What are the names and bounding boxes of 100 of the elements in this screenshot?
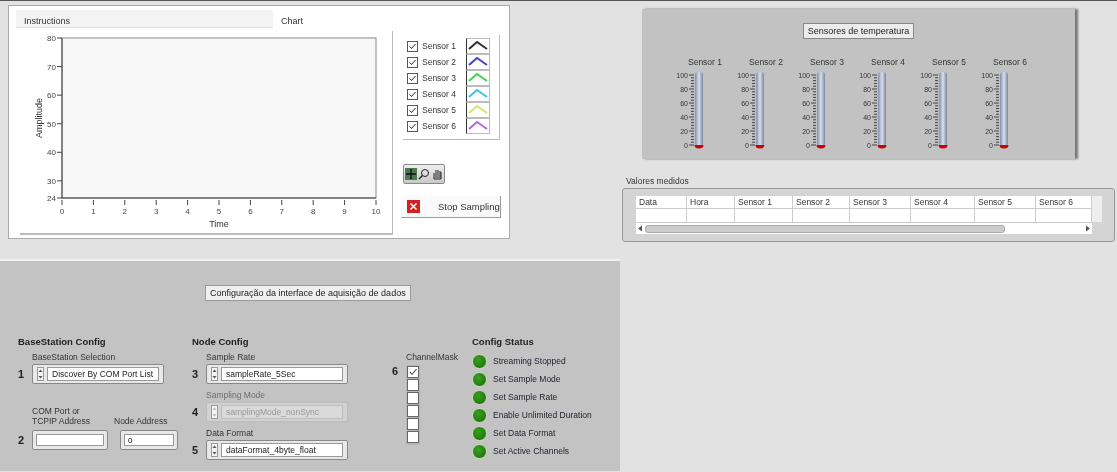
checkbox[interactable] xyxy=(407,431,419,443)
tick-label: 0 xyxy=(59,207,65,216)
tick-label: 3 xyxy=(153,207,159,216)
tick-label: 30 xyxy=(47,176,56,186)
line-swatch[interactable] xyxy=(466,118,490,134)
address-field[interactable] xyxy=(32,430,108,450)
zoom-icon[interactable] xyxy=(418,168,430,180)
thermometer-label: Sensor 2 xyxy=(749,57,783,67)
tick-label: 9 xyxy=(342,207,347,216)
status-label: Set Active Channels xyxy=(493,446,570,456)
step-number: 6 xyxy=(392,365,400,379)
tick-label: 24 xyxy=(47,194,56,203)
section-title-button[interactable]: Configuração da interface de aquisição de dados xyxy=(205,285,411,301)
section-heading: Node Config xyxy=(192,336,250,347)
checkbox[interactable] xyxy=(407,104,418,116)
legend-label: Sensor 1 xyxy=(422,41,458,51)
thermometer-scale xyxy=(810,74,817,146)
checkbox[interactable] xyxy=(407,56,418,68)
thermometer-scale xyxy=(932,74,939,146)
checkbox[interactable] xyxy=(407,392,419,404)
line-swatch[interactable] xyxy=(466,70,490,86)
control-label: ChannelMask xyxy=(406,352,459,362)
step-number: 2 xyxy=(18,434,26,446)
thermometer-scale xyxy=(749,74,756,146)
ring-control[interactable]: dataFormat_4byte_float xyxy=(206,440,348,460)
status-label: Set Data Format xyxy=(493,428,556,438)
checkbox[interactable] xyxy=(407,40,418,52)
control-label: COM Port or TCPIP Address xyxy=(32,406,91,426)
tick-label: 5 xyxy=(216,207,222,216)
thermometer-label: Sensor 1 xyxy=(688,57,722,67)
tab[interactable]: Instructions xyxy=(16,10,273,28)
graph-tools-palette[interactable] xyxy=(403,164,445,184)
line-swatch[interactable] xyxy=(466,38,490,54)
legend-label: Sensor 3 xyxy=(422,73,458,83)
tick-label: 8 xyxy=(310,207,316,216)
line-swatch[interactable] xyxy=(466,102,490,118)
checkbox[interactable] xyxy=(407,405,419,417)
hand-icon[interactable] xyxy=(431,168,443,180)
scroll-left-icon[interactable] xyxy=(636,224,645,233)
section-title-button[interactable]: Sensores de temperatura xyxy=(802,23,915,39)
ring-value: dataFormat_4byte_float xyxy=(221,443,343,457)
stop-sampling-button[interactable]: Stop Sampling xyxy=(401,196,501,218)
section-heading: Config Status xyxy=(472,336,535,347)
thermometer-label: Sensor 6 xyxy=(993,57,1027,67)
spinner-icon[interactable] xyxy=(211,367,218,381)
checkbox[interactable] xyxy=(407,418,419,430)
thermometer-scale xyxy=(993,74,1000,146)
table-label: Valores medidos xyxy=(626,176,689,186)
tick-label: 40 xyxy=(47,148,56,158)
crosshair-icon[interactable] xyxy=(405,168,417,180)
legend-label: Sensor 6 xyxy=(422,121,458,131)
checkbox[interactable] xyxy=(407,379,419,391)
status-label: Set Sample Rate xyxy=(493,392,558,402)
ring-value: Discover By COM Port List xyxy=(47,367,159,381)
scroll-right-icon[interactable] xyxy=(1083,224,1092,233)
status-label: Enable Unlimited Duration xyxy=(493,410,592,420)
thermometer-scale xyxy=(871,74,878,146)
tick-label: 1 xyxy=(91,207,96,216)
legend-label: Sensor 5 xyxy=(422,105,458,115)
axis-title: Time xyxy=(209,219,229,229)
tick-label: 50 xyxy=(47,119,56,129)
tick-label: 70 xyxy=(47,62,56,72)
ring-control[interactable]: Discover By COM Port List xyxy=(32,364,164,384)
step-number: 4 xyxy=(192,406,200,418)
ring-value: sampleRate_5Sec xyxy=(221,367,343,381)
thermometer-label: Sensor 4 xyxy=(871,57,905,67)
axis-title: Amplitude xyxy=(34,98,44,138)
line-swatch[interactable] xyxy=(466,54,490,70)
vertical-scrollbar[interactable] xyxy=(1092,196,1102,222)
line-swatch[interactable] xyxy=(466,86,490,102)
tick-label: 80 xyxy=(47,34,56,43)
thermometer-scale xyxy=(688,74,695,146)
control-label: BaseStation Selection xyxy=(32,352,117,362)
checkbox[interactable] xyxy=(407,72,418,84)
node-address-field[interactable]: 0 xyxy=(120,430,178,450)
section-heading: BaseStation Config xyxy=(18,336,107,347)
control-label: Sample Rate xyxy=(206,352,257,362)
spinner-icon[interactable] xyxy=(211,443,218,457)
spinner-icon[interactable] xyxy=(37,367,44,381)
step-number: 3 xyxy=(192,368,200,380)
tick-label: 7 xyxy=(279,207,285,216)
thermometer-label: Sensor 3 xyxy=(810,57,844,67)
status-label: Streaming Stopped xyxy=(493,356,566,366)
checkbox[interactable] xyxy=(407,88,418,100)
ring-control[interactable]: sampleRate_5Sec xyxy=(206,364,348,384)
legend-label: Sensor 4 xyxy=(422,89,458,99)
thermometer-label: Sensor 5 xyxy=(932,57,966,67)
control-label: Data Format xyxy=(206,428,255,438)
horizontal-scrollbar[interactable] xyxy=(636,222,1092,234)
status-label: Set Sample Mode xyxy=(493,374,561,384)
ring-value: samplingMode_nonSync xyxy=(221,405,343,419)
step-number: 1 xyxy=(18,368,26,380)
legend-label: Sensor 2 xyxy=(422,57,458,67)
tick-label: 6 xyxy=(248,207,253,216)
checkbox[interactable] xyxy=(407,120,418,132)
tick-label: 60 xyxy=(47,91,56,101)
step-number: 5 xyxy=(192,444,200,456)
tick-label: 10 xyxy=(371,207,381,216)
tick-label: 4 xyxy=(185,207,190,216)
checkbox[interactable] xyxy=(407,366,419,378)
